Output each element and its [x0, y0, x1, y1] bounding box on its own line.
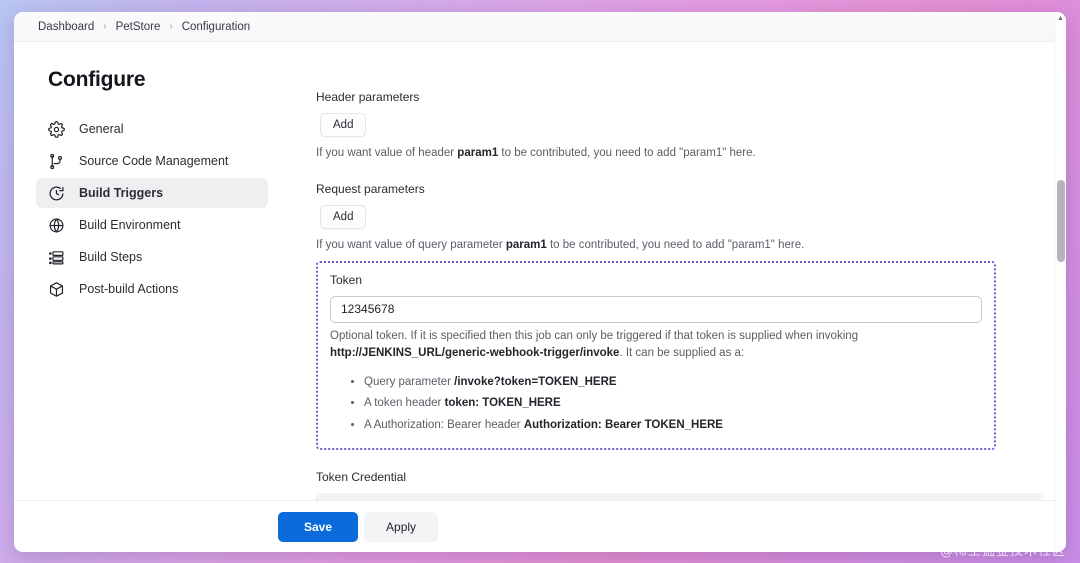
app-window: Dashboard › PetStore › Configuration Con… — [14, 12, 1066, 552]
sidebar-item-label: Build Steps — [79, 250, 143, 264]
help-bold: param1 — [457, 147, 499, 159]
bullet-text: A token header — [364, 397, 445, 410]
sidebar-item-build-steps[interactable]: Build Steps — [36, 242, 268, 272]
header-parameters-add-button[interactable]: Add — [320, 113, 367, 137]
bullet-code: Authorization: Bearer TOKEN_HERE — [523, 418, 723, 431]
bullet-code: token: TOKEN_HERE — [444, 397, 561, 410]
sidebar-item-label: Source Code Management — [79, 154, 229, 168]
bullet-code: /invoke?token=TOKEN_HERE — [454, 376, 617, 388]
request-parameters-add-button[interactable]: Add — [320, 205, 367, 230]
sidebar-item-general[interactable]: General — [36, 114, 268, 144]
help-suffix: to be contributed, you need to add "para… — [498, 147, 756, 159]
help-suffix: to be contributed, you need to add "para… — [546, 239, 805, 252]
sidebar-item-label: Post-build Actions — [79, 282, 179, 296]
page-scrollbar-thumb[interactable] — [1057, 180, 1065, 262]
footer-actions: Save Apply — [14, 500, 1066, 552]
gear-icon — [46, 119, 66, 139]
token-help-line1: Optional token. If it is specified then … — [330, 329, 859, 342]
window-body: Configure General Source Code Management… — [14, 42, 1066, 500]
breadcrumb-separator-icon: › — [103, 21, 107, 32]
package-icon — [46, 279, 66, 299]
sidebar-item-label: Build Environment — [79, 218, 181, 232]
breadcrumb-item-configuration[interactable]: Configuration — [182, 21, 250, 33]
bullet-text: A Authorization: Bearer header — [364, 418, 524, 431]
sidebar-item-label: Build Triggers — [79, 186, 164, 200]
sidebar-item-build-environment[interactable]: Build Environment — [36, 210, 268, 240]
bullet-text: Query parameter — [364, 376, 455, 388]
sidebar-item-build-triggers[interactable]: Build Triggers — [36, 178, 268, 208]
list-item: A token header token: TOKEN_HERE — [364, 393, 982, 414]
sidebar-item-post-build-actions[interactable]: Post-build Actions — [36, 274, 268, 304]
token-input[interactable] — [330, 295, 982, 323]
page-title: Configure — [48, 68, 146, 91]
apply-button[interactable]: Apply — [364, 511, 439, 542]
help-bold: param1 — [505, 239, 547, 252]
list-icon — [46, 247, 66, 267]
save-button[interactable]: Save — [278, 511, 359, 542]
breadcrumb-item-dashboard[interactable]: Dashboard — [38, 21, 94, 33]
git-branch-icon — [46, 151, 66, 171]
help-prefix: If you want value of header — [316, 147, 458, 159]
clock-timer-icon — [46, 183, 66, 203]
token-supply-methods-list: Query parameter /invoke?token=TOKEN_HERE… — [330, 372, 982, 436]
main-content: Header parameters Add If you want value … — [282, 42, 1066, 500]
breadcrumb-item-petstore[interactable]: PetStore — [116, 21, 161, 33]
token-credential-label: Token Credential — [316, 469, 407, 484]
watermark: @稀土掘金技术社区 — [939, 544, 1066, 559]
sidebar-item-label: General — [79, 122, 124, 136]
breadcrumb: Dashboard › PetStore › Configuration — [14, 12, 1066, 42]
sidebar: Configure General Source Code Management… — [14, 42, 282, 500]
breadcrumb-separator-icon: › — [169, 21, 173, 32]
page-scrollbar[interactable]: ▲ — [1054, 12, 1066, 552]
token-label: Token — [330, 272, 363, 287]
token-help-line2-suffix: . It can be supplied as a: — [619, 346, 745, 359]
request-parameters-label: Request parameters — [316, 182, 425, 197]
token-highlight-region: Token Optional token. If it is specified… — [316, 260, 996, 450]
header-parameters-help: If you want value of header param1 to be… — [316, 145, 996, 162]
globe-icon — [46, 215, 66, 235]
token-help: Optional token. If it is specified then … — [330, 328, 982, 363]
help-prefix: If you want value of query parameter — [316, 239, 506, 252]
sidebar-item-source-code-management[interactable]: Source Code Management — [36, 146, 268, 176]
request-parameters-help: If you want value of query parameter par… — [316, 237, 996, 254]
content-horizontal-scrollbar[interactable] — [316, 493, 1044, 500]
scroll-up-arrow-icon[interactable]: ▲ — [1055, 15, 1066, 23]
list-item: Query parameter /invoke?token=TOKEN_HERE — [364, 372, 982, 393]
token-help-url: http://JENKINS_URL/generic-webhook-trigg… — [330, 346, 620, 359]
header-parameters-label: Header parameters — [316, 90, 420, 104]
list-item: A Authorization: Bearer header Authoriza… — [364, 415, 982, 436]
